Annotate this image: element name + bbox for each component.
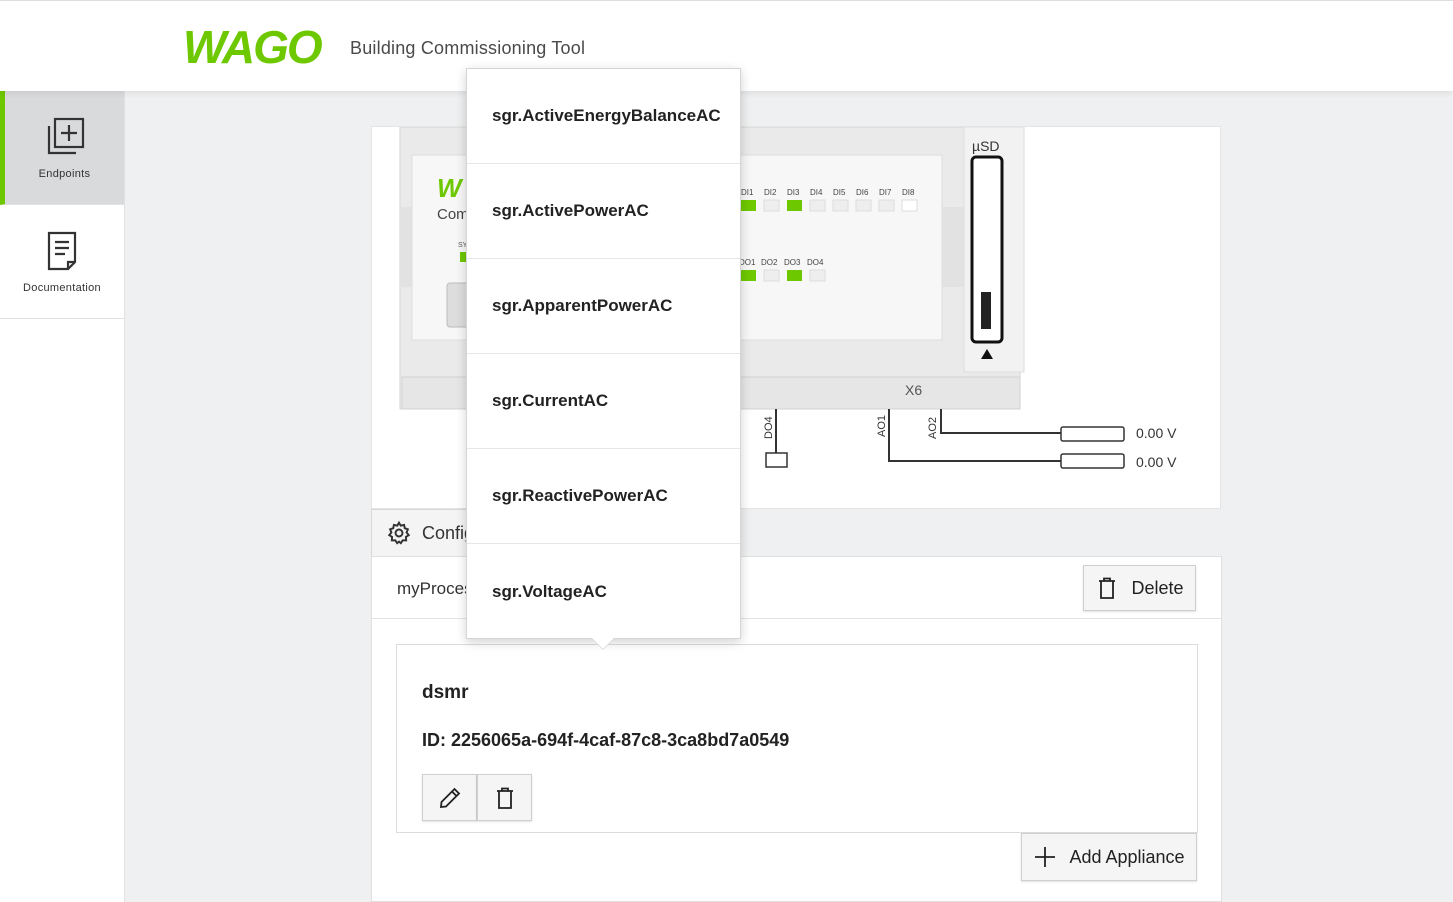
add-appliance-label: Add Appliance <box>1069 846 1185 867</box>
dropdown-item[interactable]: sgr.ReactivePowerAC <box>467 449 740 544</box>
do-led <box>809 269 826 282</box>
dropdown-item[interactable]: sgr.ActiveEnergyBalanceAC <box>467 69 740 164</box>
di-label: DI1 <box>741 188 754 197</box>
do-label: DO4 <box>807 258 824 267</box>
app-title: Building Commissioning Tool <box>350 38 586 58</box>
pencil-icon <box>439 787 460 808</box>
appliance-id: ID: 2256065a-694f-4caf-87c8-3ca8bd7a0549 <box>422 730 790 750</box>
delete-button[interactable]: Delete <box>1083 565 1196 611</box>
di-led <box>787 200 802 211</box>
process-name: myProces <box>397 579 473 598</box>
delete-appliance-button[interactable] <box>477 774 532 821</box>
property-dropdown: sgr.ActiveEnergyBalanceAC sgr.ActivePowe… <box>466 68 741 639</box>
ao-value: 0.00 V <box>1136 425 1177 441</box>
document-icon <box>47 231 77 270</box>
dropdown-item[interactable]: sgr.ActivePowerAC <box>467 164 740 259</box>
dropdown-item[interactable]: sgr.ApparentPowerAC <box>467 259 740 354</box>
trash-icon <box>496 787 513 809</box>
di-led <box>809 199 826 212</box>
ao-value: 0.00 V <box>1136 454 1177 470</box>
di-led <box>832 199 849 212</box>
di-label: DI4 <box>810 188 823 197</box>
pin-label: AO2 <box>927 417 939 439</box>
logo-text: WAGO <box>183 21 323 73</box>
di-led <box>901 199 918 212</box>
di-led <box>741 200 756 211</box>
sidebar-item-label: Endpoints <box>38 167 91 180</box>
di-label: DI8 <box>902 188 915 197</box>
do-led <box>741 270 756 281</box>
appliance-card: dsmr ID: 2256065a-694f-4caf-87c8-3ca8bd7… <box>396 644 1198 833</box>
sidebar-item-documentation[interactable]: Documentation <box>0 205 124 319</box>
di-label: DI6 <box>856 188 869 197</box>
wago-logo: WAGO <box>183 21 325 73</box>
ao-value-box <box>1060 453 1125 469</box>
pin-label: DO4 <box>763 416 775 439</box>
appliance-name: dsmr <box>422 682 469 703</box>
sidebar-item-label: Documentation <box>23 281 101 294</box>
device-logo-fragment: W <box>437 173 464 203</box>
connector-label: X6 <box>905 382 922 398</box>
di-label: DI2 <box>764 188 777 197</box>
add-appliance-button[interactable]: Add Appliance <box>1021 833 1197 881</box>
dropdown-pointer <box>591 637 615 649</box>
sidebar: Endpoints Documentation <box>0 91 125 902</box>
do-label: DO3 <box>784 258 801 267</box>
add-square-icon <box>47 117 84 154</box>
di-label: DI7 <box>879 188 892 197</box>
pin-label: AO1 <box>876 415 888 437</box>
do-led <box>787 270 802 281</box>
di-led <box>763 199 780 212</box>
dropdown-item[interactable]: sgr.VoltageAC <box>467 544 740 639</box>
di-led <box>855 199 872 212</box>
do-led <box>763 269 780 282</box>
do-label: DO1 <box>739 258 756 267</box>
di-led <box>878 199 895 212</box>
plus-icon <box>1035 847 1056 867</box>
gear-icon <box>387 520 411 545</box>
sidebar-item-endpoints[interactable]: Endpoints <box>0 91 124 205</box>
di-label: DI3 <box>787 188 800 197</box>
edit-appliance-button[interactable] <box>422 774 477 821</box>
trash-icon <box>1099 577 1116 599</box>
delete-button-label: Delete <box>1131 577 1184 598</box>
do-label: DO2 <box>761 258 778 267</box>
di-label: DI5 <box>833 188 846 197</box>
sd-label: µSD <box>972 138 1000 154</box>
dropdown-item[interactable]: sgr.CurrentAC <box>467 354 740 449</box>
ao-value-box <box>1060 426 1125 442</box>
device-partial-text: Com <box>437 206 469 223</box>
